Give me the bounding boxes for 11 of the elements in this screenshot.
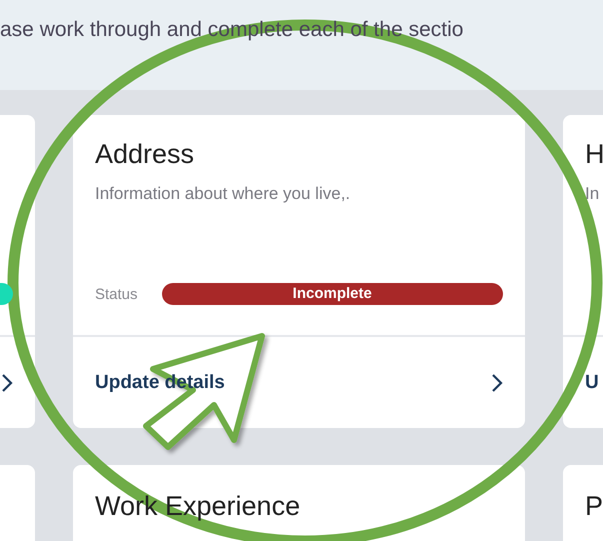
update-details-link[interactable]: U (585, 372, 599, 394)
status-badge: Incomplete (162, 283, 503, 305)
card-title: Address (95, 139, 196, 170)
status-label: Status (95, 286, 138, 302)
card-title: H (585, 139, 603, 170)
card-description: Information about where you live,. (95, 184, 352, 204)
chevron-right-icon[interactable] (1, 372, 13, 392)
card-title: P (585, 491, 603, 522)
card-title: Work Experience (95, 491, 302, 522)
chevron-right-icon[interactable] (491, 372, 503, 392)
card-description: In (585, 184, 600, 204)
